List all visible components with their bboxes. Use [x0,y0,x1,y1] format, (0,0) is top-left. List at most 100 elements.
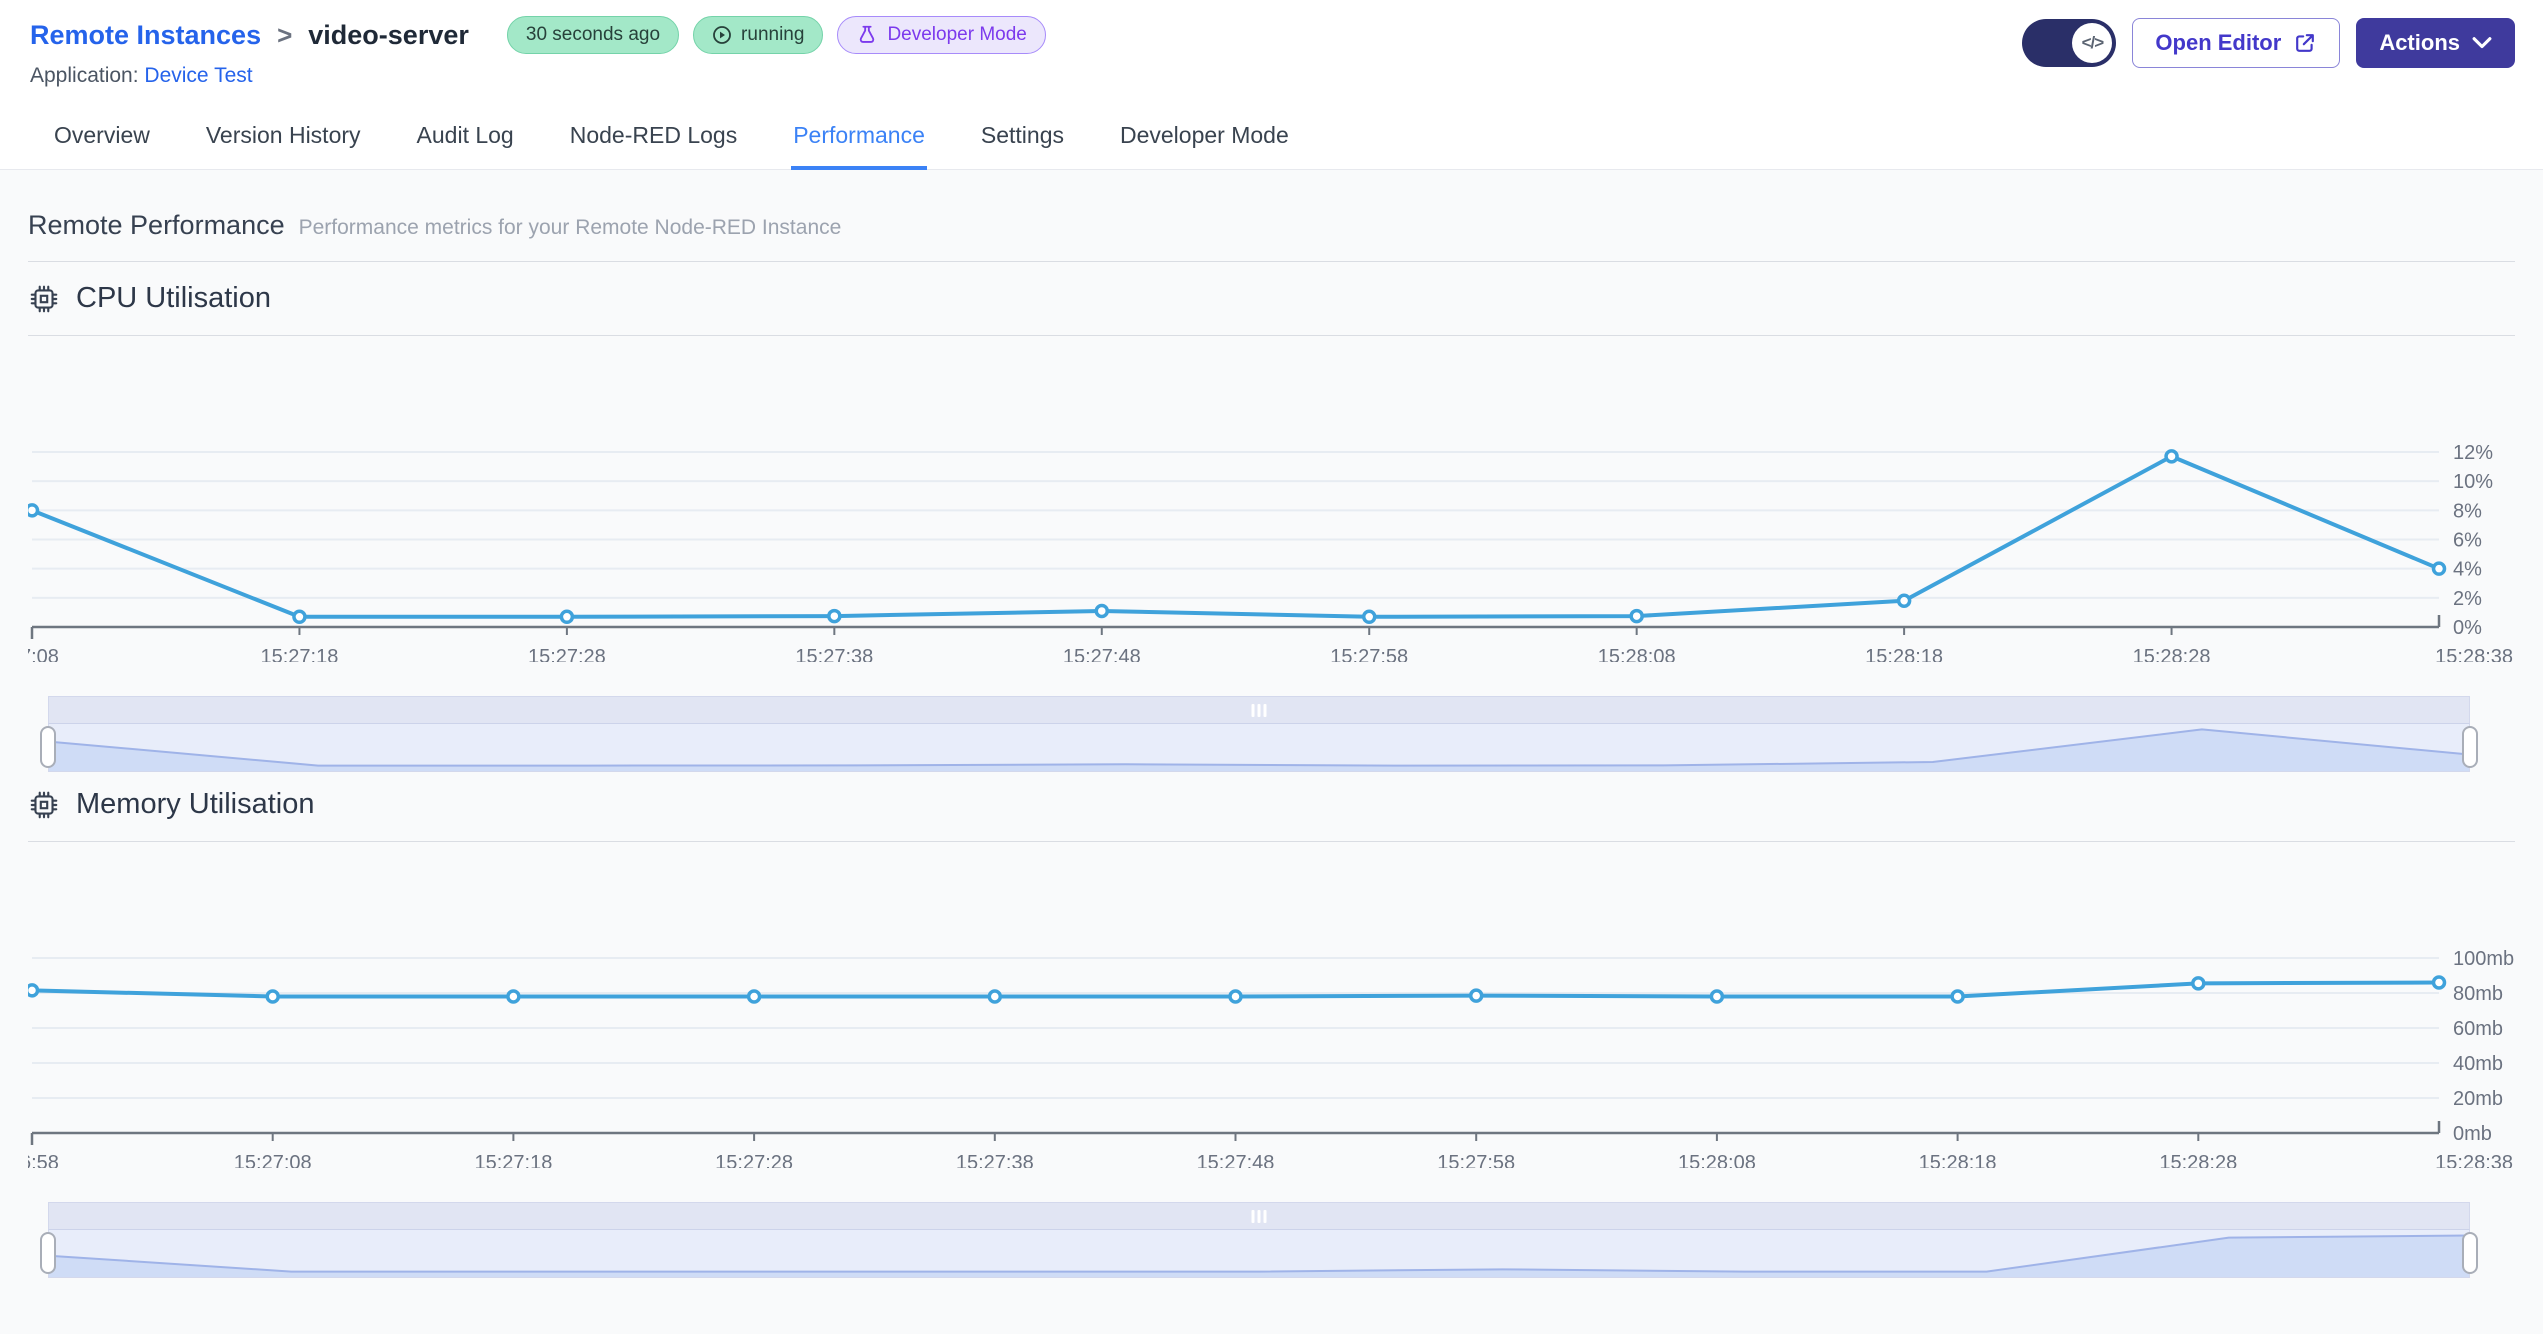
data-point [506,989,521,1004]
cpu-brush-minimap[interactable] [48,723,2470,772]
data-point [2191,976,2206,991]
data-point [1094,603,1110,619]
x-axis-label: 15:27:58 [1437,1152,1515,1168]
y-axis-label: 0% [2453,617,2482,639]
divider [28,335,2515,336]
cpu-range-slider[interactable] [40,696,2478,772]
x-axis-label: 15:28:18 [1919,1152,1997,1168]
x-axis-label: 15:28:38 [2435,646,2513,662]
tab-developer-mode[interactable]: Developer Mode [1118,108,1291,169]
tab-bar: Overview Version History Audit Log Node-… [0,108,2543,170]
y-axis-label: 100mb [2453,948,2514,970]
data-point [1228,989,1243,1004]
application-row: Application: Device Test [30,64,1046,88]
memory-range-slider[interactable] [40,1202,2478,1278]
data-point [1950,989,1965,1004]
memory-brush-grip-icon[interactable] [1251,1210,1267,1223]
data-point [28,983,40,998]
external-link-icon [2296,34,2315,52]
tab-settings[interactable]: Settings [979,108,1066,169]
cpu-brush-right-handle[interactable] [2462,726,2478,768]
data-point [2431,975,2447,990]
breadcrumb-current: video-server [308,19,469,50]
tab-performance[interactable]: Performance [791,108,927,170]
y-axis-label: 40mb [2453,1053,2503,1075]
application-link[interactable]: Device Test [144,64,252,87]
actions-button[interactable]: Actions [2356,18,2515,68]
cpu-section-header: CPU Utilisation [28,282,2515,315]
tab-overview[interactable]: Overview [52,108,152,169]
memory-chart: 100mb 80mb 60mb 40mb 20mb 0mb 6:58 15:27:08 15:2… [28,948,2514,1168]
x-axis-label: 15:27:28 [715,1152,793,1168]
play-circle-icon [713,26,731,44]
x-axis-label: 15:28:08 [1598,646,1676,662]
application-label: Application: [30,64,139,87]
cpu-chip-icon [30,285,58,312]
y-axis-label: 60mb [2453,1018,2503,1040]
tab-version-history[interactable]: Version History [204,108,363,169]
data-point [1361,609,1377,625]
memory-section-title: Memory Utilisation [76,788,315,820]
header-actions: </> Open Editor Actions [2022,16,2515,68]
cpu-brush-grip-icon[interactable] [1251,704,1267,717]
open-editor-button[interactable]: Open Editor [2132,18,2341,68]
editor-toggle[interactable]: </> [2022,19,2117,67]
data-point [2431,561,2447,576]
data-point [1709,989,1725,1004]
y-axis-label: 12% [2453,442,2493,464]
x-axis-label: 15:27:18 [474,1152,552,1168]
x-axis-label: 15:27:48 [1063,646,1141,662]
y-axis-label: 10% [2453,471,2493,493]
memory-brush-left-handle[interactable] [40,1232,56,1274]
x-axis-label: 15:27:08 [234,1152,312,1168]
cpu-chart: 12% 10% 8% 6% 4% 2% 0% 7:08 15:27:18 15:27:28 15:2… [28,442,2513,662]
x-axis-label: 15:27:58 [1330,646,1408,662]
tab-audit-log[interactable]: Audit Log [415,108,516,169]
breadcrumb: Remote Instances > video-server 30 secon… [30,16,1046,54]
data-point [28,503,40,518]
x-axis-label: 7:08 [28,646,59,662]
memory-section-header: Memory Utilisation [28,788,2515,821]
cpu-brush-left-handle[interactable] [40,726,56,768]
y-axis-label: 20mb [2453,1088,2503,1110]
last-seen-label: 30 seconds ago [525,24,661,45]
open-editor-label: Open Editor [2155,30,2282,55]
x-axis-label: 6:58 [28,1152,59,1168]
cpu-minimap-area [49,728,2469,771]
code-icon: </> [2072,23,2113,63]
status-badges: 30 seconds ago running Developer Mode [506,16,1046,54]
breadcrumb-separator: > [277,19,293,50]
header-left: Remote Instances > video-server 30 secon… [30,16,1046,88]
data-point [2164,449,2179,464]
actions-label: Actions [2379,30,2460,55]
data-point [265,989,280,1004]
data-point [1629,608,1644,624]
memory-brush-right-handle[interactable] [2462,1232,2478,1274]
memory-brush-track[interactable] [48,1202,2470,1229]
data-point [559,609,575,625]
last-seen-badge: 30 seconds ago [506,16,680,54]
x-axis-label: 15:27:38 [795,646,873,662]
y-axis-label: 8% [2453,500,2482,522]
x-axis-label: 15:27:48 [1197,1152,1275,1168]
y-axis-label: 4% [2453,559,2482,581]
memory-minimap-area [49,1234,2469,1277]
breadcrumb-parent-link[interactable]: Remote Instances [30,20,261,51]
y-axis-label: 80mb [2453,983,2503,1005]
x-axis-label: 15:27:38 [956,1152,1034,1168]
cpu-brush-track[interactable] [48,696,2470,723]
developer-mode-badge: Developer Mode [837,16,1046,54]
divider [28,261,2515,262]
divider [28,841,2515,842]
data-point [292,609,307,625]
y-axis-label: 2% [2453,588,2482,610]
page-title-row: Remote Performance Performance metrics f… [28,210,2515,241]
memory-brush-minimap[interactable] [48,1229,2470,1278]
data-point [987,989,1003,1004]
x-axis-label: 15:28:28 [2133,646,2211,662]
data-point [1896,593,1912,608]
y-axis-label: 6% [2453,530,2482,552]
tab-node-red-logs[interactable]: Node-RED Logs [568,108,739,169]
main-content: Remote Performance Performance metrics f… [0,170,2543,1334]
running-status-badge: running [693,16,824,54]
